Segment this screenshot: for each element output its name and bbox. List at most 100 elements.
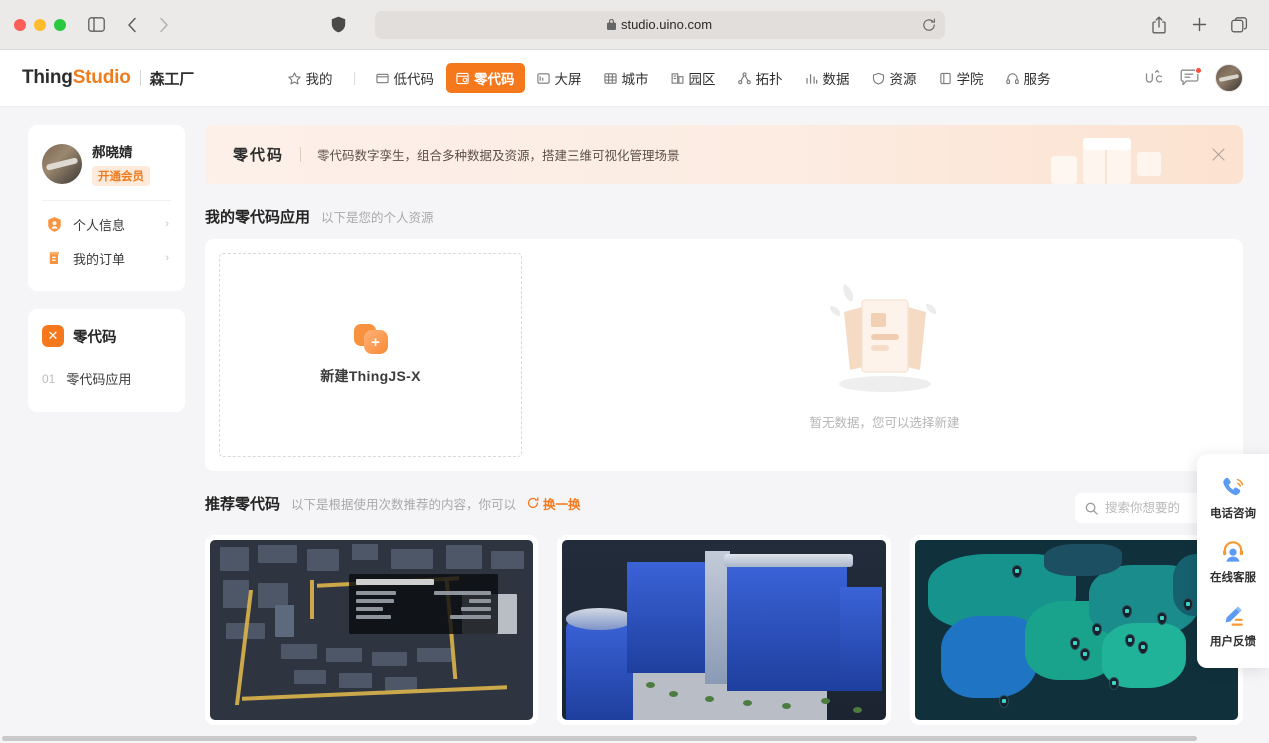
chevron-right-icon: › bbox=[165, 252, 169, 264]
back-arrow-icon[interactable] bbox=[118, 12, 146, 38]
zerocode-module-icon: ✕ bbox=[42, 325, 64, 347]
nav-label: 数据 bbox=[822, 72, 850, 87]
order-icon bbox=[44, 248, 64, 268]
sidebar-item-label: 我的订单 bbox=[73, 251, 126, 267]
nav-label: 大屏 bbox=[554, 72, 582, 87]
message-icon[interactable] bbox=[1180, 67, 1202, 87]
city-3d-thumbnail bbox=[210, 540, 534, 720]
avatar[interactable] bbox=[42, 143, 82, 184]
window-traffic-lights[interactable] bbox=[14, 18, 66, 31]
open-membership-button[interactable]: 开通会员 bbox=[92, 166, 150, 186]
star-icon bbox=[287, 71, 301, 85]
support-label: 用户反馈 bbox=[1210, 636, 1256, 648]
recommended-card-building[interactable] bbox=[557, 535, 891, 725]
profile-card: 郝晓婧 开通会员 个人信息 › 我的订单 › bbox=[28, 125, 185, 291]
nav-item-service[interactable]: 服务 bbox=[996, 63, 1061, 93]
recommended-grid bbox=[205, 535, 1243, 725]
refresh-icon bbox=[527, 497, 539, 509]
nav-item-city[interactable]: 城市 bbox=[594, 63, 659, 93]
nav-label: 零代码 bbox=[474, 72, 515, 87]
tab-overview-icon[interactable] bbox=[1225, 12, 1253, 38]
minimize-window-button[interactable] bbox=[34, 18, 46, 31]
nav-item-lowcode[interactable]: 低代码 bbox=[366, 63, 445, 93]
app-header: Thing Studio 森工厂 我的 低代码 零代码 大屏 城市 园区 拓扑 … bbox=[0, 50, 1269, 107]
sidebar-item-zerocode-apps[interactable]: 01 零代码应用 bbox=[42, 369, 171, 388]
new-app-card[interactable]: + 新建ThingJS-X bbox=[205, 239, 536, 471]
module-title-row: ✕ 零代码 bbox=[42, 325, 171, 347]
nav-label: 拓扑 bbox=[755, 72, 783, 87]
new-app-dropzone[interactable]: + 新建ThingJS-X bbox=[219, 253, 522, 457]
shield-icon bbox=[872, 72, 885, 85]
plus-icon[interactable] bbox=[1185, 12, 1213, 38]
nav-item-park[interactable]: 园区 bbox=[661, 63, 726, 93]
sidebar-item-profile[interactable]: 个人信息 › bbox=[42, 207, 171, 241]
header-actions bbox=[1144, 64, 1243, 92]
nav-item-topology[interactable]: 拓扑 bbox=[728, 63, 793, 93]
forward-arrow-icon[interactable] bbox=[150, 12, 178, 38]
url-bar[interactable]: studio.uino.com bbox=[374, 10, 945, 39]
app-body: 郝晓婧 开通会员 个人信息 › 我的订单 › ✕ 零代码 01 零代码应用 零代… bbox=[0, 107, 1269, 743]
nav-item-resources[interactable]: 资源 bbox=[862, 63, 927, 93]
nav-item-dashboard[interactable]: 大屏 bbox=[527, 63, 592, 93]
support-label: 在线客服 bbox=[1210, 572, 1256, 584]
headset-icon bbox=[1005, 72, 1019, 85]
scrollbar-thumb[interactable] bbox=[2, 736, 1197, 741]
support-item-phone[interactable]: 电话咨询 bbox=[1197, 466, 1269, 530]
profile-icon bbox=[44, 214, 64, 234]
nav-label: 资源 bbox=[889, 72, 917, 87]
nav-separator bbox=[353, 71, 355, 85]
avatar[interactable] bbox=[1214, 64, 1243, 92]
my-apps-panel: + 新建ThingJS-X 暂无数据，您可以选择新建 bbox=[205, 239, 1243, 471]
section-title: 推荐零代码 bbox=[205, 496, 281, 513]
recommended-card-map[interactable] bbox=[909, 535, 1243, 725]
maximize-window-button[interactable] bbox=[54, 18, 66, 31]
close-icon[interactable] bbox=[1212, 148, 1225, 161]
window-icon bbox=[375, 72, 389, 85]
nav-item-zerocode[interactable]: 零代码 bbox=[446, 63, 525, 93]
banner-decoration bbox=[1043, 125, 1173, 184]
nav-item-academy[interactable]: 学院 bbox=[929, 63, 994, 93]
logo-primary: Thing bbox=[22, 67, 73, 88]
recommended-card-city[interactable] bbox=[205, 535, 539, 725]
app-icon bbox=[456, 72, 469, 85]
grid-icon bbox=[603, 72, 617, 85]
section-subtitle: 以下是根据使用次数推荐的内容，你可以 bbox=[291, 498, 517, 512]
app-logo[interactable]: Thing Studio 森工厂 bbox=[22, 67, 194, 89]
sidebar-item-label: 个人信息 bbox=[73, 217, 126, 233]
module-title: 零代码 bbox=[73, 329, 117, 346]
lock-icon bbox=[606, 19, 616, 30]
logo-subtitle: 森工厂 bbox=[149, 70, 195, 88]
recommended-header: 推荐零代码 以下是根据使用次数推荐的内容，你可以 换一换 bbox=[205, 493, 1243, 523]
sidebar: 郝晓婧 开通会员 个人信息 › 我的订单 › ✕ 零代码 01 零代码应用 bbox=[28, 125, 185, 743]
nav-item-my[interactable]: 我的 bbox=[278, 63, 343, 93]
close-window-button[interactable] bbox=[14, 18, 26, 31]
profile-name: 郝晓婧 bbox=[92, 145, 133, 160]
support-item-chat[interactable]: 在线客服 bbox=[1197, 530, 1269, 594]
refresh-recommendations-button[interactable]: 换一换 bbox=[527, 494, 581, 513]
nav-item-data[interactable]: 数据 bbox=[795, 63, 860, 93]
phone-icon bbox=[1220, 475, 1246, 501]
chart-icon bbox=[805, 72, 818, 85]
nav-label: 城市 bbox=[621, 72, 649, 87]
support-item-feedback[interactable]: 用户反馈 bbox=[1197, 594, 1269, 658]
section-title: 我的零代码应用 bbox=[205, 209, 311, 226]
info-overlay bbox=[349, 574, 498, 634]
share-icon[interactable] bbox=[1145, 12, 1173, 38]
shield-icon[interactable] bbox=[325, 12, 353, 38]
sidebar-toggle-icon[interactable] bbox=[82, 12, 110, 38]
book-icon bbox=[939, 72, 952, 85]
address-bar-area: studio.uino.com bbox=[325, 10, 945, 39]
main-content: 零代码 零代码数字孪生，组合多种数据及资源，搭建三维可视化管理场景 我的零代码应… bbox=[205, 125, 1243, 743]
refresh-label: 换一换 bbox=[543, 497, 581, 512]
unread-badge bbox=[1194, 67, 1202, 74]
reload-icon[interactable] bbox=[922, 18, 936, 32]
horizontal-scrollbar[interactable] bbox=[0, 734, 1269, 743]
sidebar-item-orders[interactable]: 我的订单 › bbox=[42, 241, 171, 275]
workspace-switch-icon[interactable] bbox=[1144, 69, 1164, 87]
new-app-label: 新建ThingJS-X bbox=[320, 368, 421, 384]
building-3d-thumbnail bbox=[562, 540, 886, 720]
profile-row: 郝晓婧 开通会员 bbox=[42, 141, 171, 186]
screen-icon bbox=[536, 72, 550, 85]
banner-divider bbox=[300, 147, 302, 162]
banner-description: 零代码数字孪生，组合多种数据及资源，搭建三维可视化管理场景 bbox=[317, 149, 680, 163]
